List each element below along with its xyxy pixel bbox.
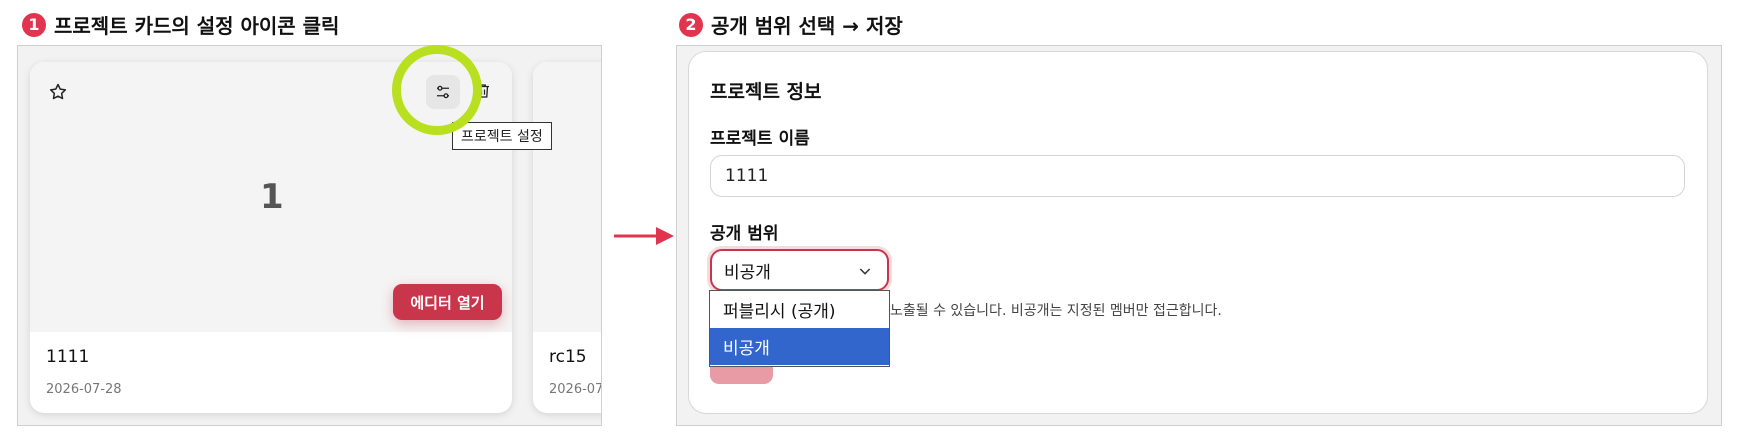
card-name: 1111 — [46, 347, 90, 367]
section-title: 프로젝트 정보 — [710, 81, 822, 103]
star-icon[interactable] — [46, 80, 70, 104]
visibility-label: 공개 범위 — [710, 224, 779, 244]
visibility-select-value: 비공개 — [724, 262, 771, 283]
card-name: rc15 — [549, 347, 587, 367]
project-name-input[interactable]: 1111 — [710, 155, 1685, 197]
project-name-label: 프로젝트 이름 — [710, 129, 810, 149]
project-list-panel: 1 에디터 열기 1111 2026-07-28 rc15 2026-07 — [17, 45, 602, 426]
step-2-title: 2 공개 범위 선택 → 저장 — [679, 10, 903, 39]
visibility-dropdown: 퍼블리시 (공개) 비공개 — [709, 290, 890, 367]
step-2-badge: 2 — [679, 12, 703, 37]
highlight-ring — [392, 45, 482, 135]
settings-tooltip: 프로젝트 설정 — [452, 122, 552, 150]
settings-panel: 프로젝트 정보 프로젝트 이름 1111 공개 범위 비공개 노출될 수 있습니… — [676, 45, 1722, 426]
card-thumbnail — [533, 62, 601, 332]
step-1-badge: 1 — [22, 12, 46, 37]
arrow-right-icon — [614, 227, 674, 245]
option-private[interactable]: 비공개 — [710, 328, 889, 365]
card-date: 2026-07 — [549, 382, 602, 397]
card-number: 1 — [260, 177, 284, 217]
visibility-select[interactable]: 비공개 — [710, 249, 889, 291]
chevron-down-icon — [859, 268, 871, 275]
step-1-title: 1 프로젝트 카드의 설정 아이콘 클릭 — [22, 10, 339, 39]
card-date: 2026-07-28 — [46, 382, 122, 397]
visibility-helper-text: 노출될 수 있습니다. 비공개는 지정된 멤버만 접근합니다. — [890, 303, 1222, 319]
open-editor-button[interactable]: 에디터 열기 — [393, 284, 502, 320]
step-2-text: 공개 범위 선택 → 저장 — [711, 14, 903, 38]
step-1-text: 프로젝트 카드의 설정 아이콘 클릭 — [54, 14, 340, 38]
project-card[interactable]: rc15 2026-07 — [533, 62, 602, 413]
option-public[interactable]: 퍼블리시 (공개) — [710, 291, 889, 328]
